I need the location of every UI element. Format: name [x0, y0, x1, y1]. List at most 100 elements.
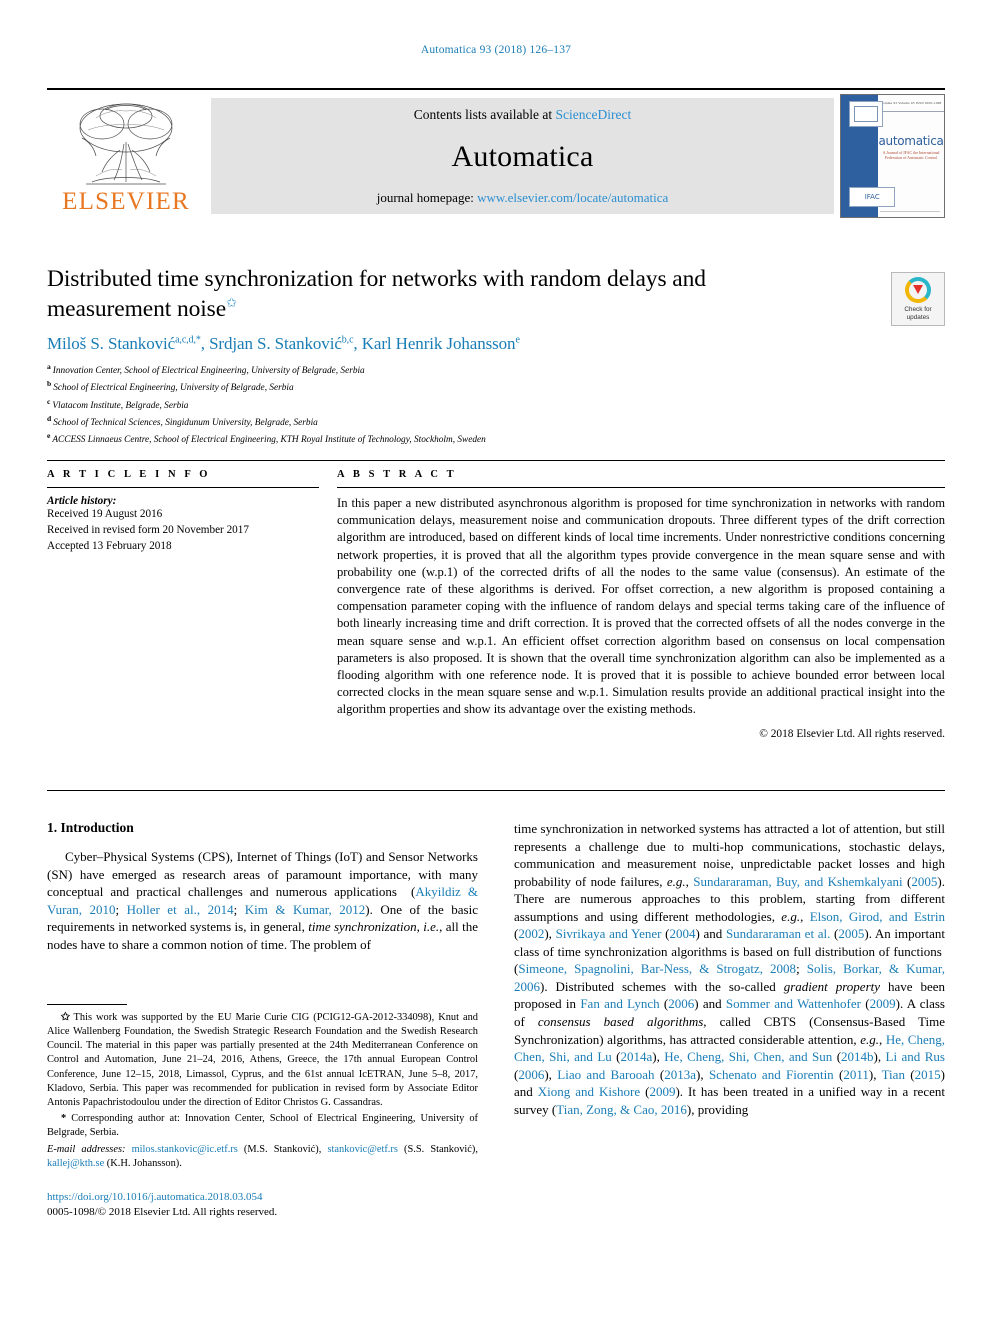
citation-year[interactable]: 2009 [649, 1084, 675, 1099]
crossmark-label: Check for updates [904, 306, 931, 321]
crossmark-icon [905, 276, 931, 303]
affiliation-item: c Vlatacom Institute, Belgrade, Serbia [47, 396, 945, 413]
email-owner: (S.S. Stanković) [404, 1144, 476, 1156]
cover-journal-title: automatica [878, 134, 944, 149]
journal-homepage-line: journal homepage: www.elsevier.com/locat… [377, 190, 669, 206]
citation-year[interactable]: 2015 [915, 1067, 941, 1082]
footnote-corresponding-text: Corresponding author at: Innovation Cent… [47, 1112, 478, 1139]
email-link[interactable]: stankovic@etf.rs [327, 1144, 397, 1155]
affiliation-list: a Innovation Center, School of Electrical… [47, 361, 945, 447]
citation-year[interactable]: 2009 [870, 996, 896, 1011]
footnote-emails: E-mail addresses: milos.stankovic@ic.etf… [47, 1144, 478, 1170]
body-columns: 1. Introduction Cyber–Physical Systems (… [47, 790, 945, 1240]
citation-link[interactable]: Tian, Zong, & Cao, 2016 [556, 1102, 687, 1117]
elsevier-tree-icon [79, 103, 173, 185]
abstract-heading: A B S T R A C T [337, 469, 457, 480]
journal-cover-thumbnail: Volume 93 Volume 93 ISSN 0005-1098 autom… [840, 94, 945, 218]
journal-masthead: ELSEVIER Contents lists available at Sci… [47, 88, 945, 218]
cover-top-rule [878, 110, 944, 112]
author-name[interactable]: Karl Henrik Johansson [362, 334, 516, 353]
citation-link[interactable]: Tian [882, 1067, 905, 1082]
cover-ifac-badge: IFAC [849, 187, 896, 208]
author-name[interactable]: Miloš S. Stanković [47, 334, 175, 353]
citation-year[interactable]: 2002 [518, 926, 544, 941]
author-affil-marks: b,c [341, 334, 354, 346]
citation-year[interactable]: 2005 [911, 874, 937, 889]
citation-link[interactable]: Sommer and Wattenhofer [726, 996, 861, 1011]
citation-link[interactable]: Simeone, Spagnolini, Bar-Ness, & Strogat… [518, 961, 796, 976]
citation-year[interactable]: 2006 [668, 996, 694, 1011]
author-list: Miloš S. Stankovića,c,d,*, Srdjan S. Sta… [47, 334, 520, 354]
citation-year[interactable]: 2014b [841, 1049, 874, 1064]
citation-year[interactable]: 2006 [518, 1067, 544, 1082]
title-block: Distributed time synchronization for net… [47, 265, 945, 447]
running-head: Automatica 93 (2018) 126–137 [420, 44, 572, 56]
article-history-label: Article history: [47, 495, 117, 507]
intro-paragraph-left: Cyber–Physical Systems (CPS), Internet o… [47, 849, 478, 952]
affiliation-item: b School of Electrical Engineering, Unive… [47, 378, 945, 395]
info-abstract-section: A R T I C L E I N F O Article history: R… [47, 460, 945, 740]
footnote-funding: ✩ This work was supported by the EU Mari… [47, 1011, 478, 1110]
body-left-column: 1. Introduction Cyber–Physical Systems (… [47, 792, 478, 1240]
affiliation-item: e ACCESS Linnaeus Centre, School of Elect… [47, 430, 945, 447]
email-link[interactable]: milos.stankovic@ic.etf.rs [132, 1144, 238, 1155]
cover-bottom-rule [880, 211, 940, 213]
affiliation-text: School of Technical Sciences, Singidunum… [53, 417, 318, 428]
doi-link[interactable]: https://doi.org/10.1016/j.automatica.201… [47, 1190, 478, 1205]
abstract-rule [337, 487, 945, 488]
abstract-copyright: © 2018 Elsevier Ltd. All rights reserved… [759, 728, 945, 741]
masthead-center-band: Contents lists available at ScienceDirec… [211, 98, 834, 214]
email-label: E-mail addresses: [47, 1144, 126, 1156]
citation-link[interactable]: Sivrikaya and Yener [556, 926, 662, 941]
footnote-star-symbol: ✩ [61, 1012, 70, 1023]
article-info-heading: A R T I C L E I N F O [47, 469, 211, 480]
abstract-column: A B S T R A C T In this paper a new dist… [337, 469, 945, 740]
affiliation-text: Innovation Center, School of Electrical … [52, 366, 365, 377]
elsevier-logo: ELSEVIER [47, 94, 205, 216]
journal-homepage-link[interactable]: www.elsevier.com/locate/automatica [477, 190, 668, 205]
doi-block: https://doi.org/10.1016/j.automatica.201… [47, 1190, 478, 1219]
citation-link[interactable]: Liao and Barooah [557, 1067, 654, 1082]
citation-link[interactable]: Elson, Girod, and Estrin [810, 909, 945, 924]
citation-year[interactable]: 2013a [664, 1067, 696, 1082]
email-owner: (K.H. Johansson) [106, 1158, 180, 1170]
journal-title: Automatica [451, 139, 594, 173]
citation-year[interactable]: 2004 [670, 926, 696, 941]
email-owner: (M.S. Stanković) [243, 1144, 319, 1156]
citation-link[interactable]: He, Cheng, Shi, Chen, and Sun [664, 1049, 832, 1064]
affiliation-text: ACCESS Linnaeus Centre, School of Electr… [52, 435, 486, 446]
citation-year[interactable]: 2005 [838, 926, 864, 941]
crossmark-badge[interactable]: Check for updates [891, 272, 945, 326]
cover-top-line: Volume 93 Volume 93 ISSN 0005-1098 [880, 101, 942, 106]
citation-year[interactable]: 2011 [843, 1067, 869, 1082]
email-link[interactable]: kallej@kth.se [47, 1158, 104, 1169]
citation-link[interactable]: Sundararaman et al. [726, 926, 830, 941]
abstract-text: In this paper a new distributed asynchro… [337, 496, 945, 717]
paper-title-text: Distributed time synchronization for net… [47, 266, 706, 322]
affiliation-text: Vlatacom Institute, Belgrade, Serbia [52, 400, 189, 411]
title-footnote-marker: ✩ [226, 294, 237, 310]
citation-year[interactable]: 2014a [621, 1049, 653, 1064]
citation-link[interactable]: Fan and Lynch [580, 996, 659, 1011]
citation-link[interactable]: Li and Rus [886, 1049, 945, 1064]
article-history-accepted: Accepted 13 February 2018 [47, 539, 172, 552]
affiliation-item: d School of Technical Sciences, Singidunu… [47, 413, 945, 430]
cover-emblem-icon [849, 101, 884, 128]
author-name[interactable]: Srdjan S. Stanković [209, 334, 342, 353]
sciencedirect-link[interactable]: ScienceDirect [556, 107, 632, 122]
article-history-received: Received 19 August 2016 [47, 508, 163, 520]
affiliation-item: a Innovation Center, School of Electrical… [47, 361, 945, 378]
citation-link[interactable]: Holler et al., 2014 [127, 902, 234, 917]
citation-link[interactable]: Kim & Kumar, 2012 [245, 902, 366, 917]
footnote-funding-text: This work was supported by the EU Marie … [47, 1012, 478, 1108]
article-info-column: A R T I C L E I N F O Article history: R… [47, 469, 337, 740]
footnote-corresponding: * Corresponding author at: Innovation Ce… [47, 1112, 478, 1140]
citation-link[interactable]: Xiong and Kishore [538, 1084, 640, 1099]
elsevier-wordmark: ELSEVIER [62, 188, 190, 215]
citation-link[interactable]: Schenato and Fiorentin [709, 1067, 834, 1082]
footnote-block: ✩ This work was supported by the EU Mari… [47, 1004, 478, 1182]
article-history-revised: Received in revised form 20 November 201… [47, 523, 249, 536]
contents-available-line: Contents lists available at ScienceDirec… [414, 107, 631, 123]
citation-link[interactable]: Sundararaman, Buy, and Kshemkalyani [693, 874, 902, 889]
crossmark-label-line1: Check for [904, 305, 932, 313]
